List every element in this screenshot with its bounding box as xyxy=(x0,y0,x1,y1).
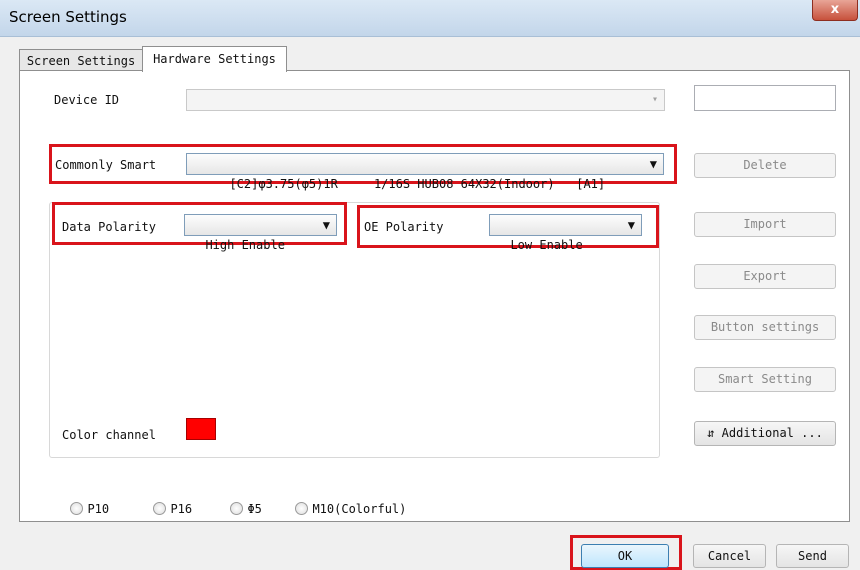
additional-button[interactable]: ⇵ Additional ... xyxy=(694,421,836,446)
radio-m10-colorful[interactable]: M10(Colorful) xyxy=(281,485,406,516)
data-polarity-label: Data Polarity xyxy=(62,220,156,234)
radio-m10-label: M10(Colorful) xyxy=(312,502,407,516)
radio-p10[interactable]: P10 xyxy=(56,485,109,516)
radio-circle-icon xyxy=(295,502,309,515)
color-channel-swatch[interactable] xyxy=(186,418,216,440)
commonly-smart-value: [C2]φ3.75(φ5)1R 1/16S HUB08 64X32(Indoor… xyxy=(229,177,606,191)
device-id-text-field[interactable] xyxy=(694,85,836,111)
radio-circle-icon xyxy=(230,502,244,515)
import-button[interactable]: Import xyxy=(694,212,836,237)
additional-button-label: Additional ... xyxy=(721,426,823,440)
title-bar: Screen Settings x xyxy=(0,0,860,37)
close-button[interactable]: x xyxy=(812,0,858,21)
radio-p10-label: P10 xyxy=(87,502,110,516)
radio-phi5[interactable]: Φ5 xyxy=(216,485,262,516)
chevron-down-icon: ▼ xyxy=(627,218,635,232)
radio-p16[interactable]: P16 xyxy=(139,485,192,516)
commonly-smart-label: Commonly Smart xyxy=(55,158,157,172)
data-polarity-select[interactable]: High Enable ▼ xyxy=(184,214,337,252)
radio-p16-label: P16 xyxy=(170,502,193,516)
oe-polarity-value: Low Enable xyxy=(510,238,583,252)
ok-button[interactable]: OK xyxy=(581,544,669,568)
device-id-select[interactable]: ▾ xyxy=(186,89,665,111)
radio-phi5-label: Φ5 xyxy=(247,502,262,516)
tab-hardware-settings[interactable]: Hardware Settings xyxy=(142,46,287,72)
device-id-label: Device ID xyxy=(54,93,120,107)
radio-circle-icon xyxy=(153,502,167,515)
button-settings-button[interactable]: Button settings xyxy=(694,315,836,340)
export-button[interactable]: Export xyxy=(694,264,836,289)
chevron-down-icon: ▾ xyxy=(651,94,658,105)
cancel-button[interactable]: Cancel xyxy=(693,544,766,568)
commonly-smart-select[interactable]: [C2]φ3.75(φ5)1R 1/16S HUB08 64X32(Indoor… xyxy=(186,153,664,191)
tab-screen-settings[interactable]: Screen Settings xyxy=(19,49,143,72)
chevron-down-icon: ▼ xyxy=(649,157,657,171)
radio-circle-icon xyxy=(70,502,84,515)
chevron-down-icon: ▼ xyxy=(322,218,330,232)
send-button[interactable]: Send xyxy=(776,544,849,568)
color-channel-label: Color channel xyxy=(62,428,156,442)
oe-polarity-select[interactable]: Low Enable ▼ xyxy=(489,214,642,252)
sort-arrows-icon: ⇵ xyxy=(707,426,715,440)
oe-polarity-label: OE Polarity xyxy=(364,220,444,234)
data-polarity-value: High Enable xyxy=(205,238,285,252)
smart-setting-button[interactable]: Smart Setting xyxy=(694,367,836,392)
delete-button[interactable]: Delete xyxy=(694,153,836,178)
window-title: Screen Settings xyxy=(9,8,127,26)
